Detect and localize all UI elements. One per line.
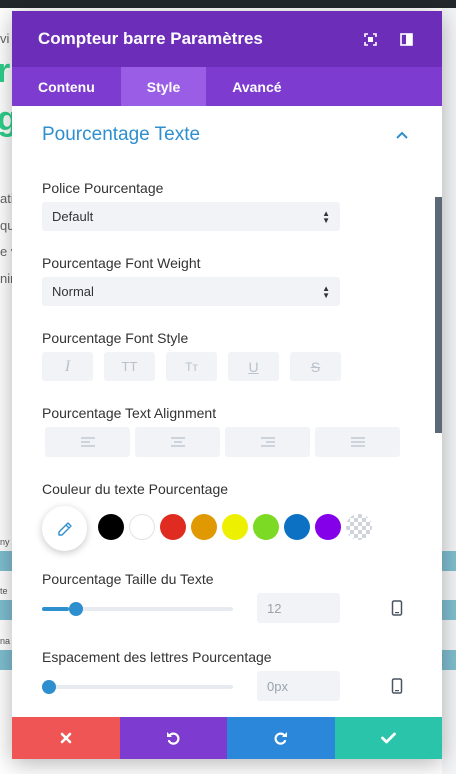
- align-justify-button[interactable]: [315, 427, 400, 457]
- fullscreen-icon[interactable]: [360, 29, 380, 49]
- modal-header: Compteur barre Paramètres: [12, 11, 442, 67]
- font-weight-select[interactable]: Normal ▲ ▼: [42, 277, 340, 306]
- sidebar-toggle-icon[interactable]: [396, 29, 416, 49]
- swatch-purple[interactable]: [315, 514, 341, 540]
- color-picker-button[interactable]: [42, 506, 87, 551]
- cancel-button[interactable]: [12, 717, 120, 759]
- align-center-icon: [170, 437, 185, 447]
- italic-button[interactable]: I: [42, 352, 93, 381]
- save-button[interactable]: [334, 717, 442, 759]
- letter-spacing-slider-thumb[interactable]: [42, 680, 56, 694]
- tab-avance[interactable]: Avancé: [206, 67, 307, 106]
- font-style-buttons: I TT Tт U S: [42, 352, 352, 381]
- mobile-device-icon[interactable]: [391, 678, 403, 694]
- tab-bar: Contenu Style Avancé: [12, 67, 442, 106]
- swatch-orange[interactable]: [191, 514, 217, 540]
- uppercase-button[interactable]: TT: [104, 352, 155, 381]
- undo-button[interactable]: [119, 717, 227, 759]
- swatch-red[interactable]: [160, 514, 186, 540]
- eyedropper-icon: [57, 521, 72, 536]
- align-justify-icon: [350, 437, 365, 447]
- text-size-label: Pourcentage Taille du Texte: [42, 571, 214, 587]
- text-size-input[interactable]: 12: [257, 593, 340, 623]
- underline-icon: U: [248, 358, 259, 375]
- font-weight-label: Pourcentage Font Weight: [42, 255, 201, 271]
- font-select[interactable]: Default ▲ ▼: [42, 202, 340, 231]
- font-select-value: Default: [52, 209, 94, 224]
- select-arrows-icon: ▲ ▼: [322, 208, 330, 225]
- align-right-button[interactable]: [225, 427, 310, 457]
- background-bar-label: ny: [0, 537, 10, 547]
- strikethrough-button[interactable]: S: [290, 352, 341, 381]
- close-icon: [60, 732, 72, 744]
- letter-spacing-input[interactable]: 0px: [257, 671, 340, 701]
- section-title: Pourcentage Texte: [42, 124, 201, 145]
- modal-footer: [12, 717, 442, 759]
- settings-content: Pourcentage Texte Police Pourcentage Def…: [12, 106, 442, 717]
- tab-style[interactable]: Style: [120, 67, 207, 106]
- text-color-label: Couleur du texte Pourcentage: [42, 481, 229, 497]
- settings-modal: Compteur barre Paramètres Contenu Style …: [12, 11, 442, 759]
- align-right-icon: [260, 437, 275, 447]
- admin-top-bar: [0, 0, 456, 8]
- undo-icon: [167, 732, 180, 745]
- text-size-slider[interactable]: [42, 602, 233, 616]
- letter-spacing-slider[interactable]: [42, 680, 233, 694]
- text-alignment-buttons: [45, 427, 405, 457]
- section-header[interactable]: Pourcentage Texte: [42, 124, 412, 146]
- uppercase-icon: TT: [121, 359, 138, 374]
- underline-button[interactable]: U: [228, 352, 279, 381]
- swatch-black[interactable]: [98, 514, 124, 540]
- swatch-white[interactable]: [129, 514, 155, 540]
- background-bar-label: na: [0, 636, 11, 646]
- align-center-button[interactable]: [135, 427, 220, 457]
- tab-contenu[interactable]: Contenu: [12, 67, 121, 106]
- capitalize-icon: Tт: [185, 359, 198, 374]
- swatch-transparent[interactable]: [346, 514, 372, 540]
- capitalize-button[interactable]: Tт: [166, 352, 217, 381]
- swatch-yellow[interactable]: [222, 514, 248, 540]
- italic-icon: I: [64, 357, 71, 375]
- background-bar-label: te: [0, 586, 8, 596]
- font-style-label: Pourcentage Font Style: [42, 330, 189, 346]
- align-left-icon: [80, 437, 95, 447]
- text-size-slider-fill: [42, 607, 69, 611]
- redo-icon: [274, 732, 287, 745]
- text-alignment-label: Pourcentage Text Alignment: [42, 405, 217, 421]
- letter-spacing-label: Espacement des lettres Pourcentage: [42, 649, 272, 665]
- mobile-device-icon[interactable]: [391, 600, 403, 616]
- modal-title: Compteur barre Paramètres: [38, 29, 263, 48]
- strikethrough-icon: S: [310, 358, 321, 375]
- background-heading: r: [0, 52, 11, 90]
- color-swatches: [98, 514, 377, 540]
- redo-button[interactable]: [227, 717, 335, 759]
- background-text: vi: [0, 31, 10, 46]
- select-arrows-icon: ▲ ▼: [322, 283, 330, 300]
- check-icon: [380, 732, 396, 744]
- font-label: Police Pourcentage: [42, 180, 164, 196]
- swatch-green[interactable]: [253, 514, 279, 540]
- chevron-up-icon[interactable]: [392, 125, 412, 145]
- text-size-slider-thumb[interactable]: [68, 602, 83, 616]
- align-left-button[interactable]: [45, 427, 130, 457]
- swatch-blue[interactable]: [284, 514, 310, 540]
- font-weight-select-value: Normal: [52, 284, 94, 299]
